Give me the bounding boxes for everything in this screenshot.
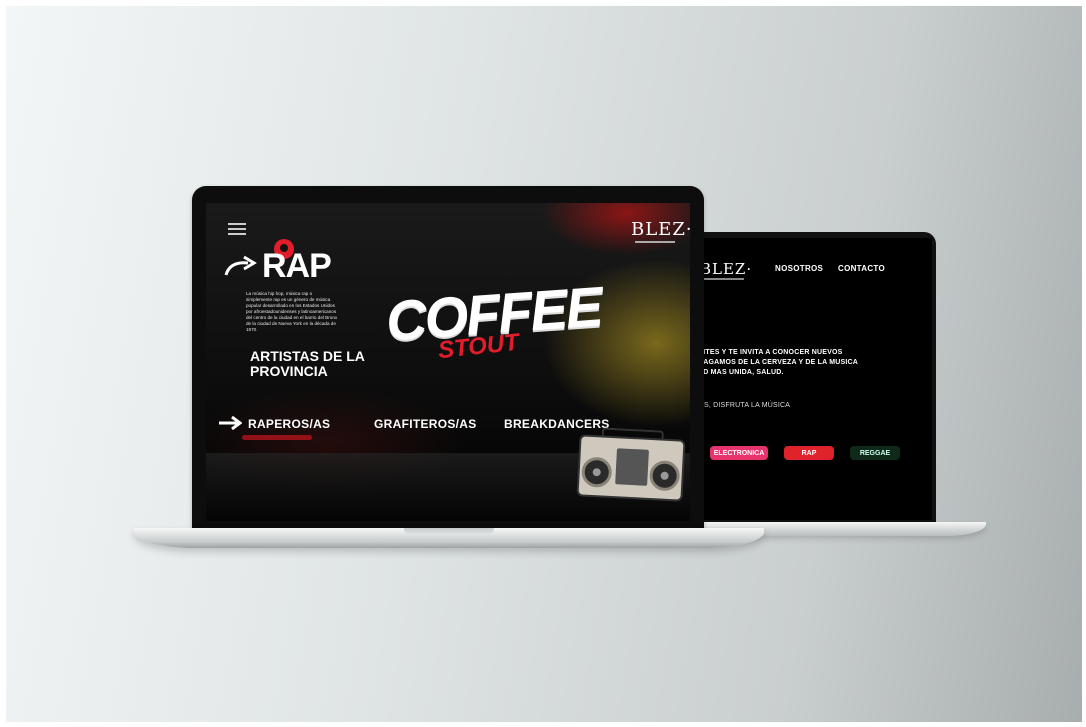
intro-subline: TOS, DISFRUTA LA MÚSICA — [694, 402, 791, 409]
menu-icon[interactable] — [228, 223, 246, 235]
back-logo-underline — [704, 278, 744, 280]
active-category-highlight — [242, 435, 312, 440]
artists-heading: ARTISTAS DE LA PROVINCIA — [250, 348, 365, 379]
genre-rap-button[interactable]: RAP — [784, 446, 834, 460]
category-breakdancers[interactable]: BREAKDANCERS — [504, 417, 610, 431]
mockup-scene: BLEZ· NOSOTROS CONTACTO RITES Y TE INVIT… — [6, 6, 1082, 722]
section-title: RAP — [262, 247, 332, 285]
nav-nosotros[interactable]: NOSOTROS — [775, 264, 823, 273]
intro-line: HAGAMOS DE LA CERVEZA Y DE LA MUSICA — [698, 359, 859, 366]
back-brand-logo[interactable]: BLEZ· — [700, 260, 752, 278]
intro-line: RITES Y TE INVITA A CONOCER NUEVOS — [698, 349, 843, 356]
boombox-illustration — [576, 427, 686, 502]
front-brand-logo[interactable]: BLEZ· — [631, 219, 690, 240]
boombox-handle — [601, 427, 664, 441]
section-description: La música hip hop, música rap o simpleme… — [246, 291, 338, 332]
boombox-speaker-right — [648, 460, 681, 492]
front-laptop-screen: BLEZ· RAP La música hip hop, música rap … — [206, 203, 690, 521]
intro-line: AD MAS UNIDA, SALUD. — [698, 369, 784, 376]
nav-contacto[interactable]: CONTACTO — [838, 264, 885, 273]
front-laptop-notch — [404, 528, 494, 535]
intro-text: RITES Y TE INVITA A CONOCER NUEVOS HAGAM… — [698, 348, 918, 378]
category-raperos[interactable]: RAPEROS/AS — [248, 417, 330, 431]
boombox-panel — [615, 448, 649, 486]
boombox-speaker-left — [580, 456, 613, 488]
front-logo-underline — [635, 241, 675, 243]
curved-arrow-icon — [224, 255, 257, 276]
category-grafiteros[interactable]: GRAFITEROS/AS — [374, 417, 477, 431]
genre-reggae-button[interactable]: REGGAE — [850, 446, 900, 460]
genre-electronica-button[interactable]: ELECTRONICA — [710, 446, 768, 460]
arrow-right-icon — [219, 416, 242, 430]
